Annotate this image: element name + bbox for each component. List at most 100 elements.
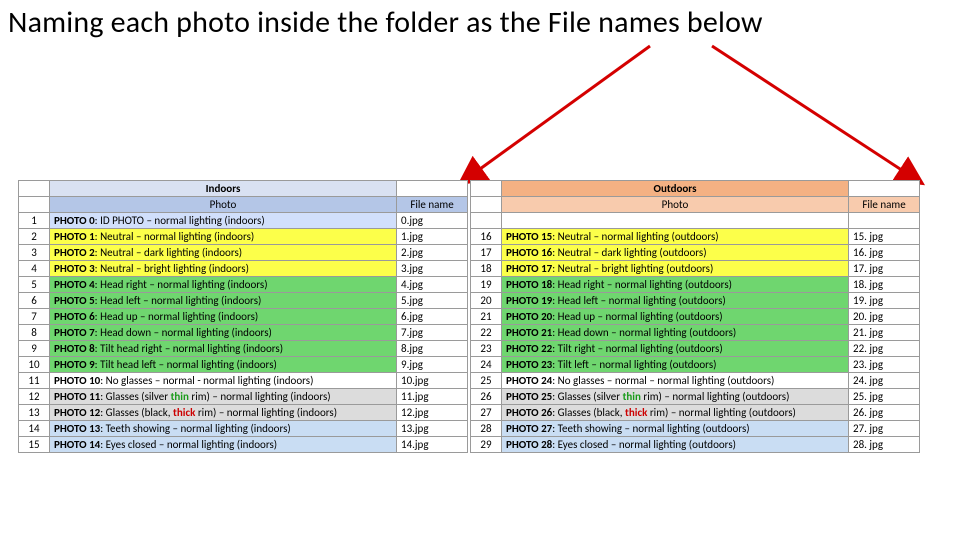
- table-indoors: IndoorsPhotoFile name1PHOTO 0: ID PHOTO …: [18, 180, 468, 453]
- table-row: 24PHOTO 23: Tilt left – normal lighting …: [471, 357, 920, 373]
- arrow-right: [712, 46, 920, 182]
- file-name: 12.jpg: [397, 405, 468, 421]
- photo-desc: PHOTO 24: No glasses – normal – normal l…: [502, 373, 849, 389]
- photo-desc: PHOTO 7: Head down – normal lighting (in…: [50, 325, 397, 341]
- row-index: 20: [471, 293, 502, 309]
- photo-desc: PHOTO 20: Head up – normal lighting (out…: [502, 309, 849, 325]
- row-index: 9: [19, 341, 50, 357]
- row-index: 27: [471, 405, 502, 421]
- blank-cell: [471, 197, 502, 213]
- file-name: 26. jpg: [849, 405, 920, 421]
- photo-desc: PHOTO 1: Neutral – normal lighting (indo…: [50, 229, 397, 245]
- photo-desc: PHOTO 4: Head right – normal lighting (i…: [50, 277, 397, 293]
- table-row: 29PHOTO 28: Eyes closed – normal lightin…: [471, 437, 920, 453]
- blank-cell: [502, 213, 849, 229]
- row-index: 8: [19, 325, 50, 341]
- photo-desc: PHOTO 25: Glasses (silver thin rim) – no…: [502, 389, 849, 405]
- photo-desc: PHOTO 19: Head left – normal lighting (o…: [502, 293, 849, 309]
- table-row: 12PHOTO 11: Glasses (silver thin rim) – …: [19, 389, 468, 405]
- table-row: 27PHOTO 26: Glasses (black, thick rim) –…: [471, 405, 920, 421]
- row-index: 25: [471, 373, 502, 389]
- photo-desc: PHOTO 13: Teeth showing – normal lightin…: [50, 421, 397, 437]
- row-index: 2: [19, 229, 50, 245]
- photo-desc: PHOTO 28: Eyes closed – normal lighting …: [502, 437, 849, 453]
- photo-desc: PHOTO 2: Neutral – dark lighting (indoor…: [50, 245, 397, 261]
- row-index: 4: [19, 261, 50, 277]
- file-name: 16. jpg: [849, 245, 920, 261]
- photo-desc: PHOTO 16: Neutral – dark lighting (outdo…: [502, 245, 849, 261]
- table-row: 28PHOTO 27: Teeth showing – normal light…: [471, 421, 920, 437]
- table-outdoors: OutdoorsPhotoFile name16PHOTO 15: Neutra…: [470, 180, 920, 453]
- table-row: 3PHOTO 2: Neutral – dark lighting (indoo…: [19, 245, 468, 261]
- row-index: 29: [471, 437, 502, 453]
- title-text: Naming each photo inside the folder as t…: [8, 4, 548, 41]
- table-row: 14PHOTO 13: Teeth showing – normal light…: [19, 421, 468, 437]
- file-name: 25. jpg: [849, 389, 920, 405]
- file-name: 10.jpg: [397, 373, 468, 389]
- row-index: 16: [471, 229, 502, 245]
- row-index: 7: [19, 309, 50, 325]
- row-index: 10: [19, 357, 50, 373]
- row-index: 24: [471, 357, 502, 373]
- row-index: 6: [19, 293, 50, 309]
- tables-wrap: IndoorsPhotoFile name1PHOTO 0: ID PHOTO …: [18, 180, 942, 453]
- row-index: 21: [471, 309, 502, 325]
- row-index: 5: [19, 277, 50, 293]
- table-row: 2PHOTO 1: Neutral – normal lighting (ind…: [19, 229, 468, 245]
- blank-cell: [19, 181, 50, 197]
- file-name: 19. jpg: [849, 293, 920, 309]
- col-header-file: File name: [849, 197, 920, 213]
- row-index: 12: [19, 389, 50, 405]
- table-row: 1PHOTO 0: ID PHOTO – normal lighting (in…: [19, 213, 468, 229]
- table-row: 23PHOTO 22: Tilt right – normal lighting…: [471, 341, 920, 357]
- page-title: Naming each photo inside the folder as t…: [8, 4, 763, 41]
- table-row: 26PHOTO 25: Glasses (silver thin rim) – …: [471, 389, 920, 405]
- file-name: 18. jpg: [849, 277, 920, 293]
- table-row: 13PHOTO 12: Glasses (black, thick rim) –…: [19, 405, 468, 421]
- file-name: 20. jpg: [849, 309, 920, 325]
- col-header-file: File name: [397, 197, 468, 213]
- file-name: 28. jpg: [849, 437, 920, 453]
- file-name: 2.jpg: [397, 245, 468, 261]
- blank-cell: [471, 213, 502, 229]
- table-row: 17PHOTO 16: Neutral – dark lighting (out…: [471, 245, 920, 261]
- table-row: 21PHOTO 20: Head up – normal lighting (o…: [471, 309, 920, 325]
- file-name: 11.jpg: [397, 389, 468, 405]
- photo-desc: PHOTO 10: No glasses – normal - normal l…: [50, 373, 397, 389]
- file-name: 5.jpg: [397, 293, 468, 309]
- col-header-photo: Photo: [502, 197, 849, 213]
- file-name: 27. jpg: [849, 421, 920, 437]
- row-index: 1: [19, 213, 50, 229]
- file-name: 9.jpg: [397, 357, 468, 373]
- file-name: 3.jpg: [397, 261, 468, 277]
- table-row: 19PHOTO 18: Head right – normal lighting…: [471, 277, 920, 293]
- table-row: 4PHOTO 3: Neutral – bright lighting (ind…: [19, 261, 468, 277]
- table-row: 11PHOTO 10: No glasses – normal - normal…: [19, 373, 468, 389]
- row-index: 26: [471, 389, 502, 405]
- photo-desc: PHOTO 3: Neutral – bright lighting (indo…: [50, 261, 397, 277]
- title-filenames: File names: [548, 4, 680, 41]
- table-row: 8PHOTO 7: Head down – normal lighting (i…: [19, 325, 468, 341]
- col-header-photo: Photo: [50, 197, 397, 213]
- row-index: 15: [19, 437, 50, 453]
- table-row: 5PHOTO 4: Head right – normal lighting (…: [19, 277, 468, 293]
- file-name: 24. jpg: [849, 373, 920, 389]
- file-name: 4.jpg: [397, 277, 468, 293]
- file-name: 13.jpg: [397, 421, 468, 437]
- blank-cell: [849, 181, 920, 197]
- section-header: Outdoors: [502, 181, 849, 197]
- arrow-left: [462, 46, 650, 182]
- photo-desc: PHOTO 6: Head up – normal lighting (indo…: [50, 309, 397, 325]
- table-row: 25PHOTO 24: No glasses – normal – normal…: [471, 373, 920, 389]
- row-index: 3: [19, 245, 50, 261]
- row-index: 28: [471, 421, 502, 437]
- title-after: below: [687, 4, 763, 41]
- photo-desc: PHOTO 18: Head right – normal lighting (…: [502, 277, 849, 293]
- photo-desc: PHOTO 11: Glasses (silver thin rim) – no…: [50, 389, 397, 405]
- photo-desc: PHOTO 21: Head down – normal lighting (o…: [502, 325, 849, 341]
- file-name: 17. jpg: [849, 261, 920, 277]
- photo-desc: PHOTO 8: Tilt head right – normal lighti…: [50, 341, 397, 357]
- photo-desc: PHOTO 9: Tilt head left – normal lightin…: [50, 357, 397, 373]
- file-name: 22. jpg: [849, 341, 920, 357]
- file-name: 14.jpg: [397, 437, 468, 453]
